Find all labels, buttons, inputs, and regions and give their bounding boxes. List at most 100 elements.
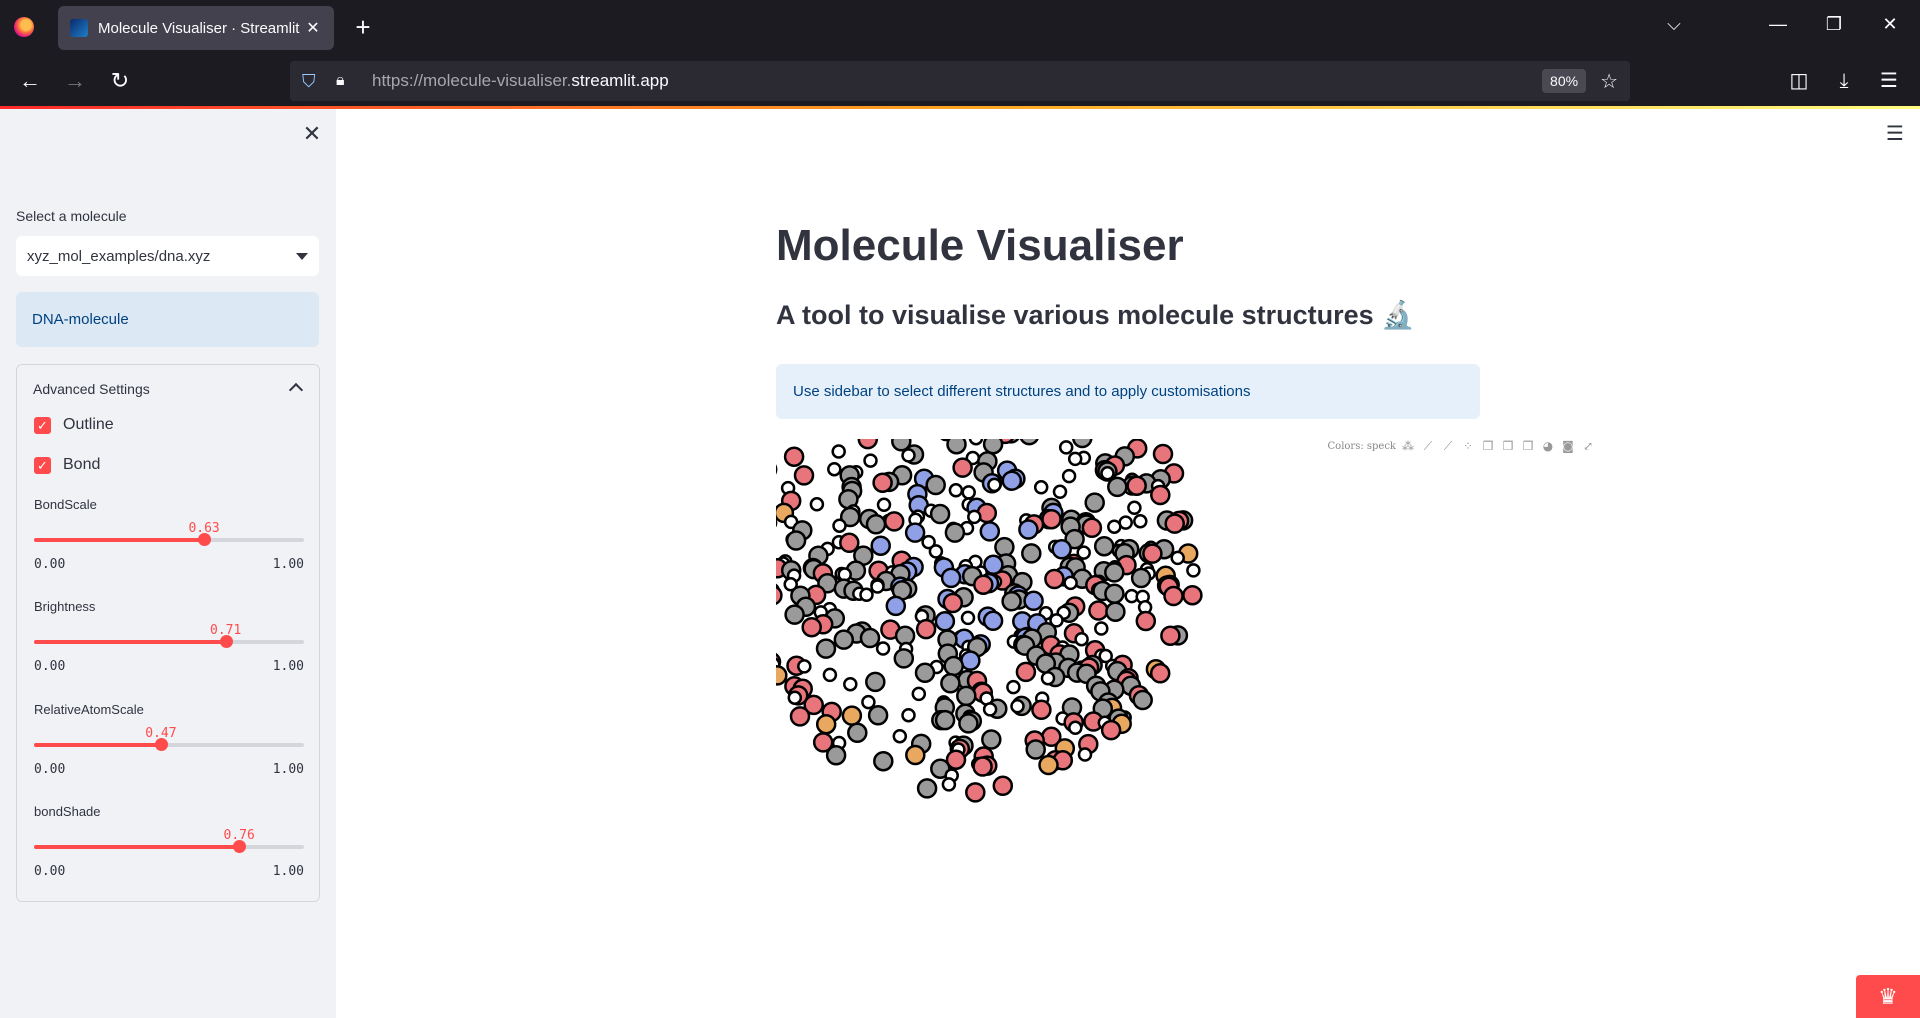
atom — [793, 465, 815, 486]
slider-fill — [34, 845, 240, 849]
shield-icon[interactable]: ⛉ — [302, 71, 324, 92]
slider-min: 0.00 — [34, 864, 66, 879]
atom — [783, 446, 805, 467]
atom — [822, 667, 838, 683]
downloads-icon[interactable]: ⤓ — [1829, 66, 1859, 96]
bondshade-slider[interactable]: bondShade 0.76 0.00 1.00 — [34, 804, 304, 884]
atom — [1104, 583, 1125, 604]
atom — [785, 530, 807, 551]
atom — [885, 595, 907, 617]
minimize-icon[interactable]: — — [1766, 14, 1790, 35]
atom — [870, 535, 891, 556]
atom — [1164, 513, 1185, 534]
atom — [960, 650, 981, 671]
atom — [901, 448, 916, 463]
atom — [992, 775, 1014, 797]
atom — [1182, 584, 1203, 606]
atom — [1170, 550, 1185, 566]
restore-icon[interactable]: ❐ — [1822, 14, 1846, 35]
close-window-icon[interactable]: ✕ — [1878, 14, 1902, 35]
atom — [911, 686, 927, 702]
atom — [1001, 591, 1022, 612]
outline-checkbox[interactable]: ✓ Outline — [34, 416, 114, 434]
atom — [1006, 679, 1021, 695]
browser-tab[interactable]: Molecule Visualiser · Streamlit ✕ — [58, 6, 334, 50]
slider-label: bondShade — [34, 804, 101, 819]
atom — [1094, 621, 1109, 636]
url-bar[interactable]: ⛉ 🔒︎ https://molecule-visualiser.streaml… — [290, 61, 1630, 101]
atom — [1127, 500, 1142, 516]
atom — [1105, 601, 1126, 622]
atom — [784, 604, 805, 625]
select-molecule-label: Select a molecule — [16, 208, 127, 224]
atom — [1018, 519, 1039, 540]
atom — [1135, 610, 1157, 632]
atom — [915, 618, 937, 640]
atom — [940, 567, 962, 589]
atom — [1107, 519, 1122, 534]
app-menu-icon[interactable]: ☰ — [1874, 66, 1904, 96]
atom — [901, 707, 916, 723]
atom — [1068, 720, 1083, 736]
slider-thumb[interactable] — [233, 840, 247, 853]
atom — [892, 728, 908, 744]
slider-track[interactable] — [34, 533, 304, 546]
slider-min: 0.00 — [34, 659, 66, 674]
slider-thumb[interactable] — [198, 533, 212, 546]
atom — [1130, 567, 1152, 589]
firefox-icon[interactable] — [14, 17, 34, 37]
checkmark-icon[interactable]: ✓ — [34, 416, 51, 434]
molecule-select[interactable]: xyz_mol_examples/dna.xyz — [16, 236, 319, 276]
url-text[interactable]: https://molecule-visualiser.streamlit.ap… — [372, 71, 1542, 91]
list-tabs-icon[interactable]: ⌵ — [1662, 14, 1686, 35]
slider-track[interactable] — [34, 840, 304, 853]
streamlit-crown-icon[interactable]: ♛ — [1856, 975, 1920, 1018]
atom — [876, 497, 892, 513]
atom — [1010, 698, 1025, 714]
forward-icon[interactable]: → — [60, 66, 90, 96]
pocket-icon[interactable]: ◫ — [1784, 66, 1814, 96]
bookmark-star-icon[interactable]: ☆ — [1600, 69, 1618, 94]
molecule-render[interactable] — [776, 439, 1596, 949]
molecule-viewer[interactable]: Colors: speck ⁂ ⟋ ⟋ ⁘ ❒ ❒ ❒ ◕ ◙ ⤢ — [776, 439, 1596, 949]
molecule-info: DNA-molecule — [16, 292, 319, 347]
advanced-settings-header[interactable]: Advanced Settings — [33, 381, 150, 397]
bond-checkbox-label: Bond — [63, 456, 101, 473]
close-sidebar-icon[interactable]: ✕ — [300, 121, 324, 147]
relativeatomscale-slider[interactable]: RelativeAtomScale 0.47 0.00 1.00 — [34, 702, 304, 782]
slider-track[interactable] — [34, 738, 304, 751]
close-tab-icon[interactable]: ✕ — [304, 18, 322, 38]
atom — [961, 485, 976, 500]
slider-thumb[interactable] — [154, 738, 168, 751]
reload-icon[interactable]: ↻ — [105, 66, 135, 96]
atom — [872, 472, 893, 493]
atom — [1100, 466, 1115, 481]
atom — [925, 474, 946, 496]
slider-fill — [34, 640, 226, 644]
atom — [873, 750, 894, 772]
slider-track[interactable] — [34, 635, 304, 648]
atom — [905, 744, 926, 766]
new-tab-icon[interactable]: + — [348, 12, 378, 42]
chevron-up-icon[interactable] — [288, 382, 304, 398]
atom — [841, 705, 863, 726]
lock-icon[interactable]: 🔒︎ — [336, 72, 358, 90]
main-menu-icon[interactable]: ☰ — [1886, 121, 1904, 146]
atom — [893, 648, 915, 669]
atom — [1063, 575, 1078, 591]
atom — [960, 610, 976, 626]
atom — [934, 611, 956, 632]
atom — [968, 439, 984, 446]
bondscale-slider[interactable]: BondScale 0.63 0.00 1.00 — [34, 497, 304, 577]
back-icon[interactable]: ← — [15, 66, 45, 96]
slider-thumb[interactable] — [219, 635, 233, 648]
bond-checkbox[interactable]: ✓ Bond — [34, 456, 100, 474]
brightness-slider[interactable]: Brightness 0.71 0.00 1.00 — [34, 599, 304, 679]
atom — [1081, 517, 1103, 539]
checkmark-icon[interactable]: ✓ — [34, 456, 51, 474]
atom — [946, 439, 967, 455]
nav-bar: ← → ↻ ⛉ 🔒︎ https://molecule-visualiser.s… — [0, 54, 1920, 108]
atom — [928, 544, 944, 559]
atom — [865, 671, 886, 693]
zoom-level[interactable]: 80% — [1542, 69, 1587, 93]
